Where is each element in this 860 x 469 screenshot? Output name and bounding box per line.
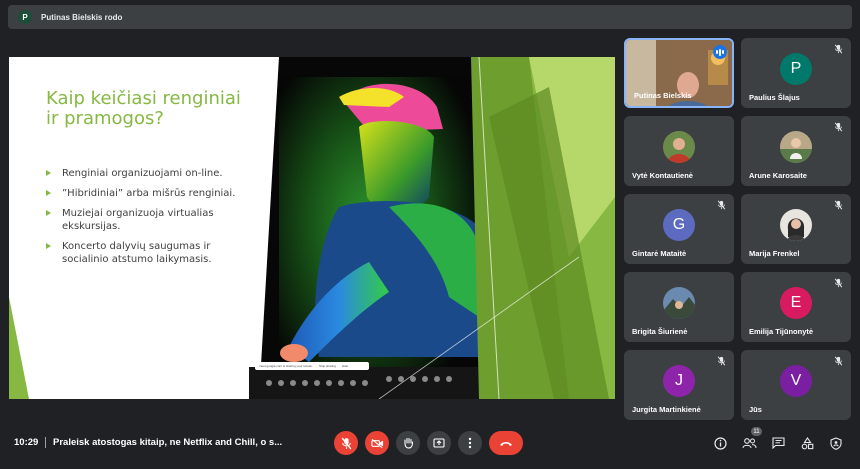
chat-button[interactable] xyxy=(770,435,786,451)
shared-screen: Kaip keičiasi renginiai ir pramogos? Ren… xyxy=(9,57,615,399)
participant-tile[interactable]: Marija Frenkel xyxy=(741,194,851,264)
meeting-title: Praleisk atostogas kitaip, ne Netflix an… xyxy=(53,437,283,448)
participant-tile[interactable]: Brigita Šiurienė xyxy=(624,272,734,342)
avatar: E xyxy=(780,287,812,319)
slide-bullets: Renginiai organizuojami on-line. ”Hibrid… xyxy=(46,167,246,273)
avatar: J xyxy=(663,365,695,397)
people-button[interactable] xyxy=(741,435,757,451)
chat-icon xyxy=(771,437,785,449)
participant-tile[interactable]: J Jurgita Martinkienė xyxy=(624,350,734,420)
participant-tile[interactable]: Putinas Bielskis xyxy=(624,38,734,108)
avatar: G xyxy=(663,209,695,241)
bullet-arrow-icon xyxy=(46,170,51,176)
participant-tile[interactable]: Arune Karosaite xyxy=(741,116,851,186)
avatar xyxy=(780,131,812,163)
present-icon xyxy=(433,437,445,448)
participant-name: Vytė Kontautienė xyxy=(632,171,693,180)
slide-bullet: Muziejai organizuoja virtualias ekskursi… xyxy=(46,207,246,233)
participant-name: Jurgita Martinkienė xyxy=(632,405,701,414)
avatar xyxy=(663,131,695,163)
participant-name: Emilija Tijūnonytė xyxy=(749,327,814,336)
mic-off-icon xyxy=(717,356,726,366)
mic-off-icon xyxy=(834,356,843,366)
end-call-icon xyxy=(500,441,512,446)
mic-off-icon xyxy=(341,437,351,449)
leave-call-button[interactable] xyxy=(489,431,523,455)
slide-bullet: Renginiai organizuojami on-line. xyxy=(46,167,246,180)
raise-hand-button[interactable] xyxy=(396,431,420,455)
mic-off-icon xyxy=(717,200,726,210)
mic-off-icon xyxy=(834,200,843,210)
slide-bullet: Koncerto dalyvių saugumas ir socialinio … xyxy=(46,240,246,266)
more-icon xyxy=(468,437,472,449)
activities-icon xyxy=(801,436,813,449)
avatar: V xyxy=(780,365,812,397)
avatar: P xyxy=(780,53,812,85)
participant-name: Paulius Šlajus xyxy=(749,93,800,102)
presenter-banner[interactable]: P Putinas Bielskis rodo xyxy=(8,5,852,29)
bullet-arrow-icon xyxy=(46,243,51,249)
participant-name: Jūs xyxy=(749,405,762,414)
meeting-details-button[interactable] xyxy=(712,435,728,451)
raise-hand-icon xyxy=(403,437,413,449)
participant-tile[interactable]: G Gintarė Mataitė xyxy=(624,194,734,264)
slide-bullet: ”Hibridiniai” arba mišrūs renginiai. xyxy=(46,187,246,200)
participant-name: Marija Frenkel xyxy=(749,249,800,258)
screen-share-notice: meet.google.com is sharing your screen. … xyxy=(255,362,369,370)
meeting-clock: 10:29 xyxy=(14,437,39,448)
mic-off-icon xyxy=(834,278,843,288)
presenter-label: Putinas Bielskis rodo xyxy=(41,12,123,22)
avatar xyxy=(663,287,695,319)
info-icon xyxy=(713,436,727,450)
slide-title: Kaip keičiasi renginiai ir pramogos? xyxy=(46,88,241,129)
bullet-arrow-icon xyxy=(46,210,51,216)
camera-toggle-button[interactable] xyxy=(365,431,389,455)
share-notice-text: meet.google.com is sharing your screen. xyxy=(259,364,314,368)
people-icon xyxy=(741,438,756,449)
control-bar: 10:29 Praleisk atostogas kitaip, ne Netf… xyxy=(0,420,860,469)
participant-name: Gintarė Mataitė xyxy=(632,249,687,258)
speaking-indicator-icon xyxy=(713,45,727,59)
more-options-button[interactable] xyxy=(458,431,482,455)
stop-sharing-button[interactable]: Stop sharing xyxy=(319,364,336,368)
camera-off-icon xyxy=(370,438,383,448)
participant-tile[interactable]: V Jūs xyxy=(741,350,851,420)
participant-name: Putinas Bielskis xyxy=(634,91,692,100)
activities-button[interactable] xyxy=(799,435,815,451)
participant-tile[interactable]: P Paulius Šlajus xyxy=(741,38,851,108)
mic-off-icon xyxy=(834,122,843,132)
bullet-arrow-icon xyxy=(46,190,51,196)
participant-tile[interactable]: E Emilija Tijūnonytė xyxy=(741,272,851,342)
meet-window: P Putinas Bielskis rodo Kaip keičiasi re… xyxy=(0,0,860,469)
mic-off-icon xyxy=(834,44,843,54)
participant-name: Brigita Šiurienė xyxy=(632,327,688,336)
host-controls-button[interactable] xyxy=(828,435,844,451)
participant-name: Arune Karosaite xyxy=(749,171,807,180)
presenter-avatar: P xyxy=(18,10,32,24)
mic-toggle-button[interactable] xyxy=(334,431,358,455)
present-button[interactable] xyxy=(427,431,451,455)
divider xyxy=(45,437,46,448)
participant-tile[interactable]: Vytė Kontautienė xyxy=(624,116,734,186)
hide-share-notice-button[interactable]: Hide xyxy=(342,364,348,368)
host-controls-icon xyxy=(830,436,842,450)
avatar xyxy=(780,209,812,241)
